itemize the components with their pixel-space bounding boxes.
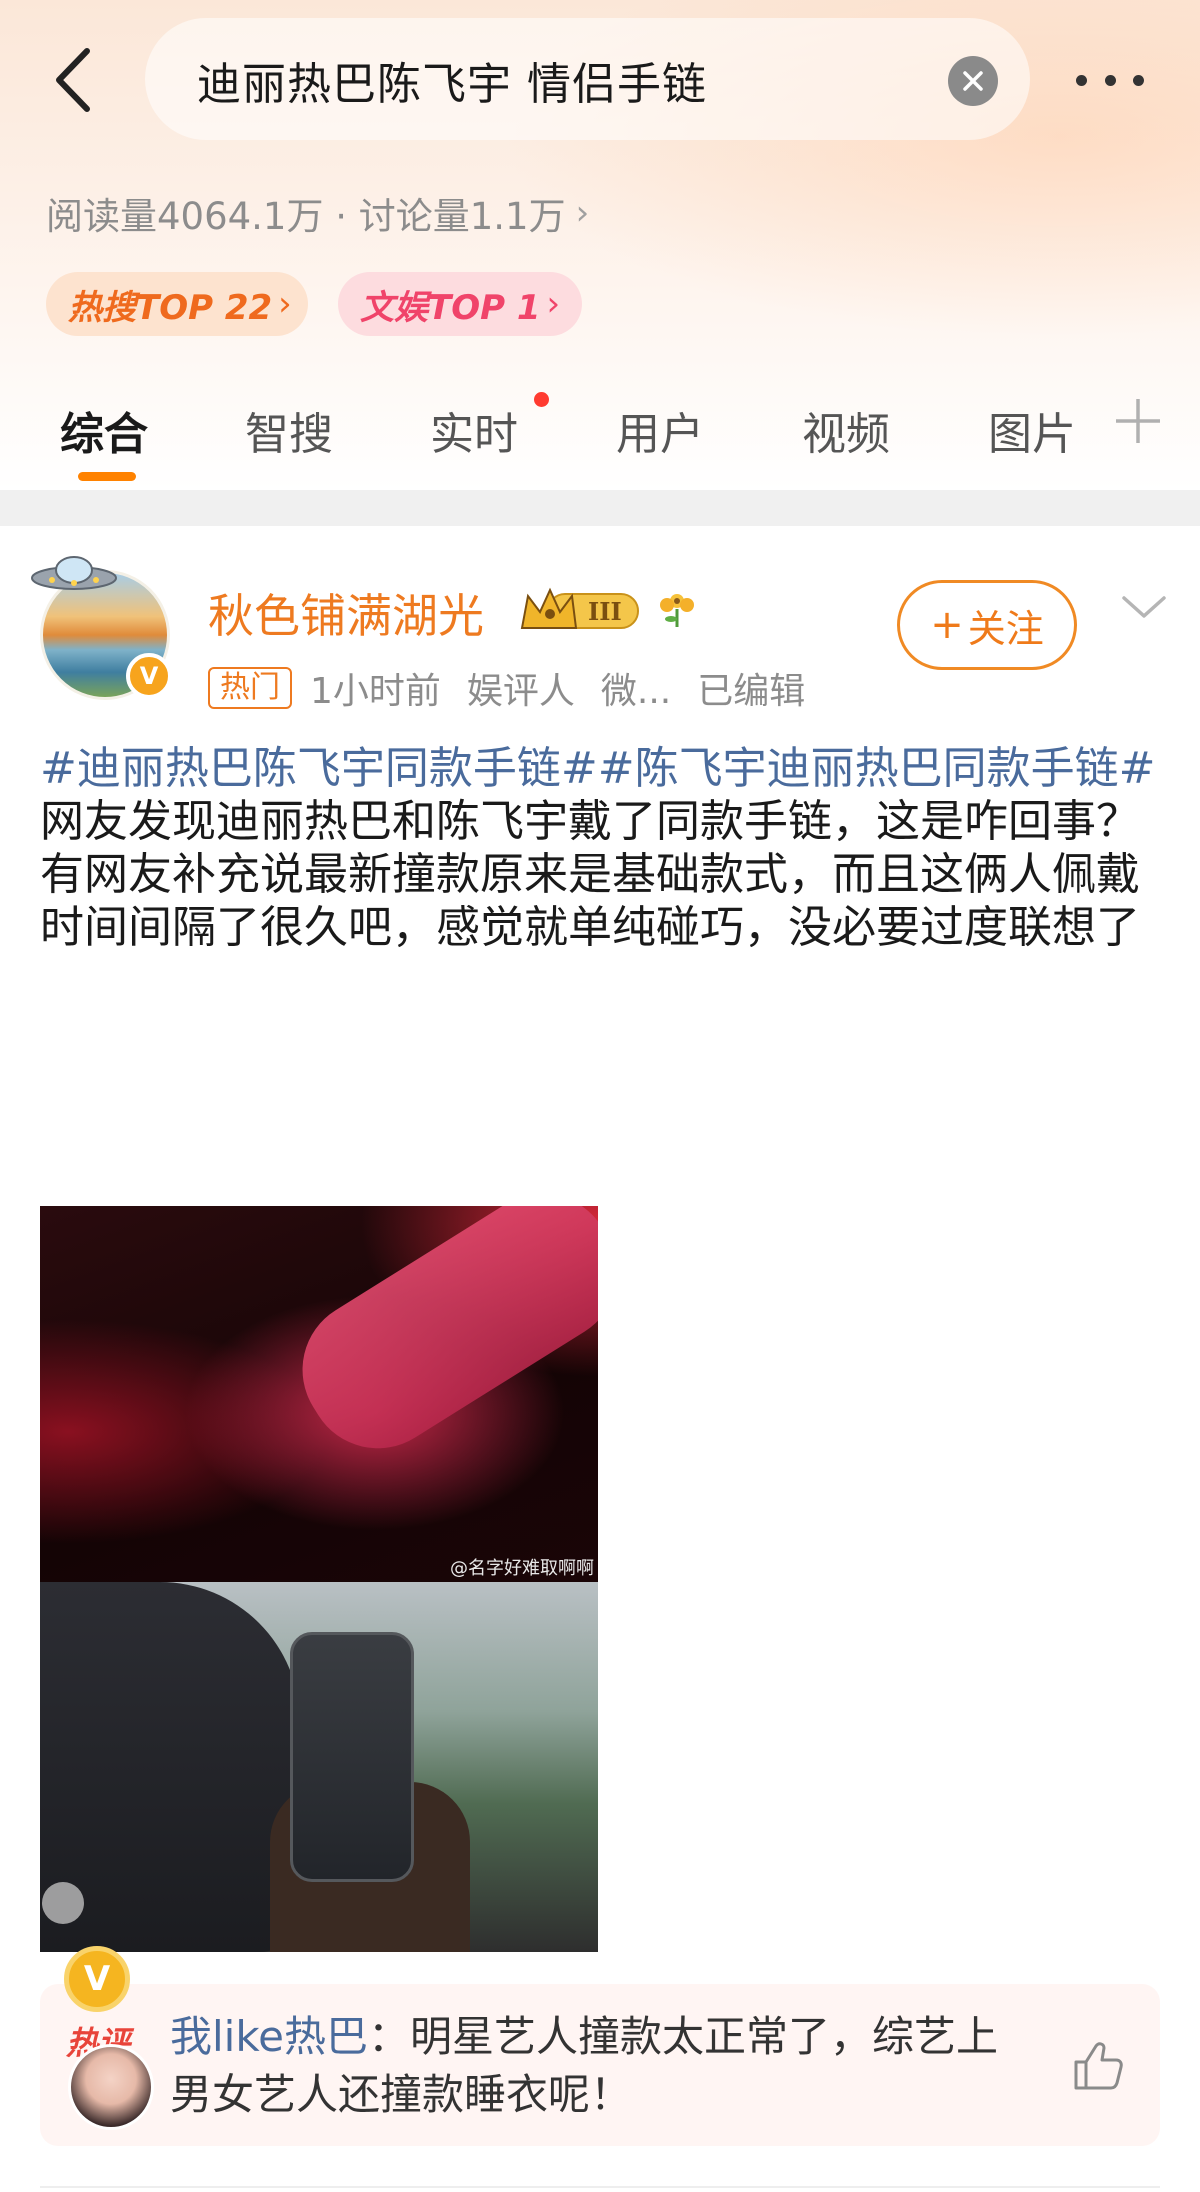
chevron-right-icon: ›	[575, 193, 590, 233]
topic-links[interactable]: #迪丽热巴陈飞宇同款手链##陈飞宇迪丽热巴同款手链#	[40, 743, 1155, 794]
post-body: 网友发现迪丽热巴和陈飞宇戴了同款手链，这是咋回事？ 有网友补充说最新撞款原来是基…	[40, 796, 1140, 953]
tab-videos[interactable]: 视频	[802, 398, 890, 462]
follow-button[interactable]: + 关注	[897, 580, 1077, 670]
chevron-down-icon	[1122, 596, 1166, 618]
back-arrow-icon	[56, 48, 90, 112]
author-name[interactable]: 秋色铺满湖光	[208, 580, 484, 646]
search-tabs: 综合 智搜 实时 用户 视频 图片	[0, 380, 1200, 490]
chevron-right-icon: ›	[278, 284, 292, 324]
post-time: 1小时前	[310, 671, 441, 712]
add-tab-button[interactable]	[1112, 395, 1164, 447]
entertainment-rank-badge[interactable]: 文娱TOP 1 ›	[338, 272, 582, 336]
plus-icon: +	[930, 602, 964, 648]
clear-icon	[963, 71, 983, 91]
image-slide-dot	[42, 1882, 84, 1924]
more-dot	[1133, 74, 1144, 86]
back-button[interactable]	[40, 40, 106, 120]
hot-search-rank-label: 热搜TOP 22	[68, 287, 273, 328]
ufo-icon	[31, 556, 117, 590]
new-content-dot	[534, 392, 549, 407]
post-image[interactable]: @名字好难取啊啊	[40, 1206, 598, 1952]
crown-icon: III	[520, 587, 639, 629]
author-role: 娱评人	[466, 671, 575, 712]
chevron-right-icon: ›	[546, 284, 561, 324]
thumbs-up-icon	[1074, 2042, 1123, 2090]
clear-search-button[interactable]	[948, 56, 998, 106]
post-image-bottom	[40, 1582, 598, 1952]
commenter-avatar[interactable]	[68, 2044, 154, 2130]
plus-icon	[1116, 399, 1160, 443]
tab-smart-search[interactable]: 智搜	[245, 398, 333, 462]
post-meta: 热门 1小时前 娱评人 微... 已编辑	[208, 662, 805, 714]
post-options-button[interactable]	[1120, 592, 1168, 622]
commenter-name[interactable]: 我like热巴	[170, 2012, 368, 2061]
edited-label: 已编辑	[697, 671, 806, 712]
more-icon[interactable]	[1070, 50, 1150, 110]
image-watermark: @名字好难取啊啊	[450, 1558, 594, 1579]
level-badge-text: III	[588, 597, 622, 626]
hot-tag: 热门	[208, 667, 292, 709]
comment-separator: ：	[368, 2012, 411, 2061]
hot-comment-text: 我like热巴：明星艺人撞款太正常了，综艺上男女艺人还撞款睡衣呢！	[170, 2008, 1040, 2124]
image-phone-shape	[290, 1632, 414, 1882]
like-comment-button[interactable]	[1070, 2038, 1126, 2094]
tab-realtime[interactable]: 实时	[430, 398, 518, 462]
more-dot	[1104, 74, 1116, 86]
verified-badge: V	[126, 653, 172, 699]
follow-label: 关注	[967, 606, 1044, 651]
tab-comprehensive[interactable]: 综合	[60, 398, 148, 462]
card-divider	[40, 2186, 1160, 2188]
more-dot	[1076, 74, 1087, 86]
post-content: #迪丽热巴陈飞宇同款手链##陈飞宇迪丽热巴同款手链# 网友发现迪丽热巴和陈飞宇戴…	[40, 742, 1170, 954]
post-image-top: @名字好难取啊啊	[40, 1206, 598, 1582]
hot-search-rank-badge[interactable]: 热搜TOP 22 ›	[46, 272, 308, 336]
search-input[interactable]: 迪丽热巴陈飞宇 情侣手链	[145, 18, 1030, 140]
image-arm-shape	[276, 1206, 598, 1475]
flower-icon	[660, 594, 694, 627]
topic-stats-text: 阅读量4064.1万 · 讨论量1.1万	[46, 195, 566, 238]
section-separator	[0, 490, 1200, 526]
hot-comment-v-badge: V	[64, 1946, 130, 2012]
tab-images[interactable]: 图片	[988, 398, 1076, 462]
topic-stats[interactable]: 阅读量4064.1万 · 讨论量1.1万 ›	[46, 186, 589, 240]
entertainment-rank-label: 文娱TOP 1	[360, 287, 541, 328]
search-query: 迪丽热巴陈飞宇 情侣手链	[197, 59, 707, 110]
active-tab-indicator	[78, 472, 136, 481]
post-source: 微...	[600, 671, 672, 712]
tab-users[interactable]: 用户	[616, 398, 704, 462]
